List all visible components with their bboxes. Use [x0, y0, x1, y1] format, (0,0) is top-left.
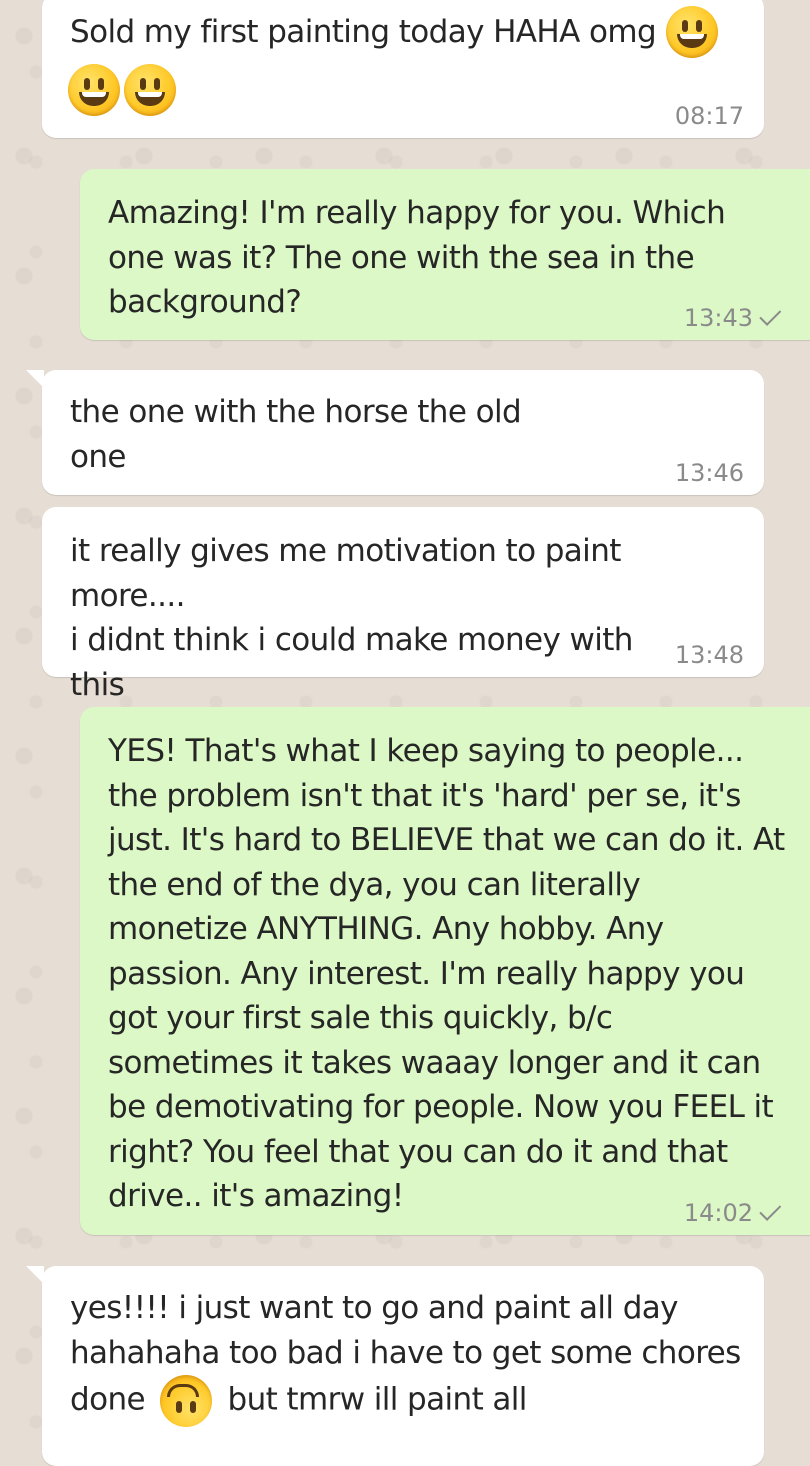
message-time: 13:48 [674, 641, 744, 669]
message-text: the one with the horse the old one [70, 394, 522, 475]
bubble-tail [26, 1266, 44, 1284]
bubble-tail [26, 370, 44, 388]
message-time: 13:43 [683, 304, 753, 332]
message-bubble-outgoing[interactable]: Amazing! I'm really happy for you. Which… [80, 169, 810, 340]
message-bubble-incoming[interactable]: yes!!!! i just want to go and paint all … [26, 1266, 764, 1466]
upside-down-face-icon [160, 1375, 213, 1427]
message-meta: 13:46 [675, 459, 744, 487]
message-text: Sold my first painting today HAHA omg [70, 13, 657, 50]
message-text: YES! That's what I keep saying to people… [108, 733, 785, 1214]
sent-check-icon [759, 303, 782, 326]
message-meta: 13:48 [675, 641, 744, 669]
message-bubble-incoming[interactable]: the one with the horse the old one 13:46 [26, 370, 764, 495]
message-bubble-incoming[interactable]: Sold my first painting today HAHA omg 08… [42, 0, 764, 138]
grinning-face-icon [68, 64, 120, 116]
grinning-face-icon [666, 6, 719, 58]
message-time: 08:17 [674, 102, 744, 130]
message-text: it really gives me motivation to paint m… [70, 533, 633, 703]
message-time: 13:46 [674, 459, 744, 487]
message-meta: 08:17 [675, 102, 744, 130]
message-bubble-outgoing[interactable]: YES! That's what I keep saying to people… [80, 707, 810, 1235]
message-meta: 14:02 [683, 1198, 782, 1227]
message-meta: 13:43 [683, 303, 782, 332]
sent-check-icon [759, 1198, 782, 1221]
message-bubble-incoming[interactable]: it really gives me motivation to paint m… [42, 507, 764, 703]
message-text: yes!!!! i just want to go and paint all … [70, 1286, 744, 1427]
grinning-face-icon [124, 64, 176, 116]
message-text-part: but tmrw ill paint all [227, 1381, 528, 1418]
message-time: 14:02 [683, 1199, 753, 1227]
